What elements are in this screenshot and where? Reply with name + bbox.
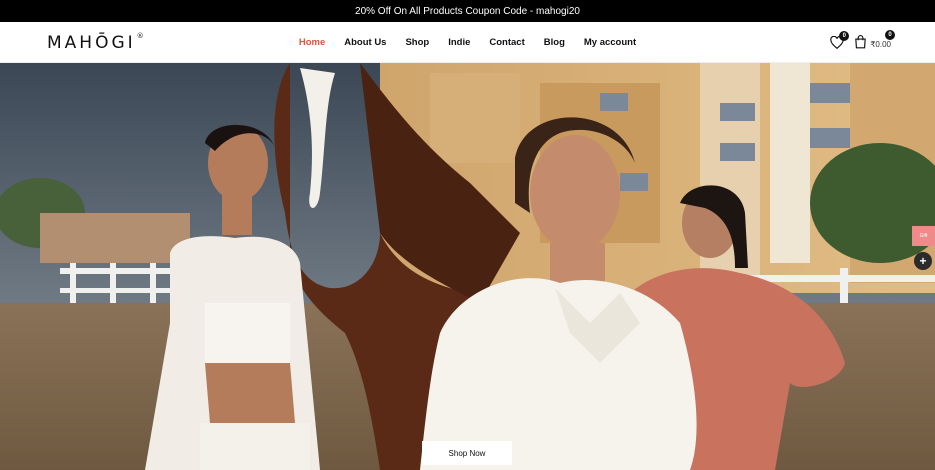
shopping-bag-icon (855, 35, 867, 49)
cart-button[interactable]: 0 ₹0.00 (854, 30, 895, 49)
nav-home[interactable]: Home (299, 37, 325, 48)
brand-logo[interactable]: MAHŌGI® (47, 32, 144, 53)
shop-now-button[interactable]: Shop Now (422, 441, 512, 465)
hero-image (0, 63, 935, 470)
brand-name: MAHŌGI (47, 33, 136, 53)
cart-total: ₹0.00 (870, 40, 891, 49)
side-gift-tab[interactable]: Gift (912, 226, 935, 246)
wishlist-button[interactable]: 0 (830, 30, 850, 49)
header-actions: 0 0 ₹0.00 (830, 30, 895, 49)
nav-my-account[interactable]: My account (584, 37, 636, 48)
side-plus-button[interactable]: + (914, 252, 932, 270)
site-header: MAHŌGI® Home About Us Shop Indie Contact… (0, 22, 935, 63)
nav-blog[interactable]: Blog (544, 37, 565, 48)
wishlist-count-badge: 0 (839, 30, 850, 41)
cart-count-badge: 0 (885, 30, 895, 40)
announcement-text: 20% Off On All Products Coupon Code - ma… (355, 5, 580, 17)
brand-mark: ® (136, 32, 144, 41)
announcement-bar: 20% Off On All Products Coupon Code - ma… (0, 0, 935, 22)
nav-contact[interactable]: Contact (489, 37, 524, 48)
nav-about-us[interactable]: About Us (344, 37, 386, 48)
nav-indie[interactable]: Indie (448, 37, 470, 48)
nav-shop[interactable]: Shop (405, 37, 429, 48)
hero-banner (0, 63, 935, 470)
